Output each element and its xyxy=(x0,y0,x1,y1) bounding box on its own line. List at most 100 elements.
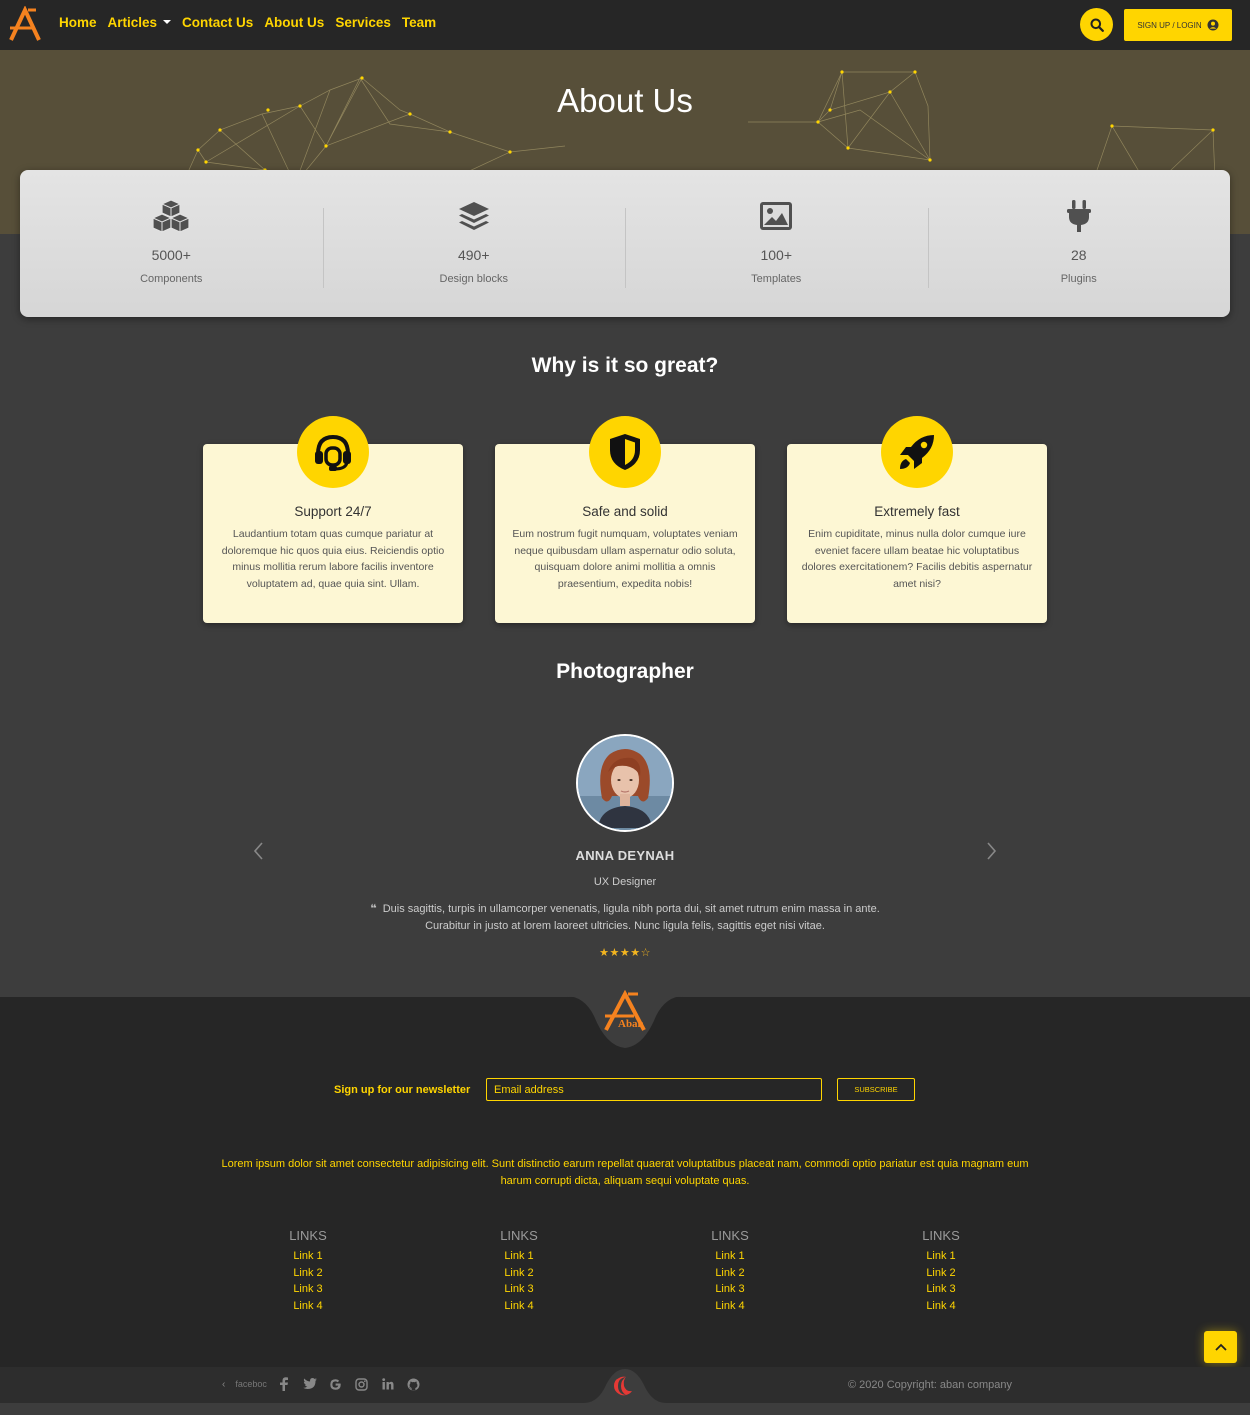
stat-value: 5000+ xyxy=(151,247,191,263)
link-column-title: LINKS xyxy=(289,1228,327,1243)
person-role: UX Designer xyxy=(593,876,657,888)
star-empty-icon: ☆ xyxy=(640,947,651,959)
footer-link[interactable]: Link 3 xyxy=(268,1281,348,1298)
quote-text: Duis sagittis, turpis in ullamcorper ven… xyxy=(382,903,880,932)
social-links: ‹ faceboc xyxy=(222,1376,427,1392)
footer-link[interactable]: Link 1 xyxy=(268,1248,348,1265)
feature-card-text: Eum nostrum fugit numquam, voluptates ve… xyxy=(512,528,738,590)
login-button-label: SIGN UP / LOGIN xyxy=(1137,20,1202,30)
stat-components: 5000+ Components xyxy=(20,170,323,317)
cubes-icon xyxy=(151,198,191,234)
star-filled-icon: ★ xyxy=(630,947,641,959)
bottom-strip xyxy=(0,1403,1250,1415)
nav-services[interactable]: Services xyxy=(335,15,391,30)
link-column-title: LINKS xyxy=(500,1228,538,1243)
footer-link[interactable]: Link 1 xyxy=(690,1248,770,1265)
footer-link[interactable]: Link 2 xyxy=(690,1265,770,1282)
navbar: Home Articles Contact Us About Us Servic… xyxy=(0,0,1250,50)
nav-links: Home Articles Contact Us About Us Servic… xyxy=(59,0,436,44)
feature-card-title: Extremely fast xyxy=(874,504,960,519)
stat-label: Components xyxy=(140,273,203,285)
layers-icon xyxy=(454,198,494,234)
testimonial-quote: ❝ Duis sagittis, turpis in ullamcorper ve… xyxy=(365,901,885,934)
feature-card-text: Enim cupiditate, minus nulla dolor cumqu… xyxy=(801,528,1033,590)
stat-value: 490+ xyxy=(457,247,490,263)
footer-logo-icon[interactable]: Aban xyxy=(600,990,650,1034)
caret-down-icon xyxy=(163,20,172,24)
footer-link[interactable]: Link 2 xyxy=(479,1265,559,1282)
testimonial-section-title: Photographer xyxy=(556,660,694,683)
footer-link[interactable]: Link 3 xyxy=(479,1281,559,1298)
footer-link[interactable]: Link 1 xyxy=(901,1248,981,1265)
search-icon xyxy=(1090,18,1104,32)
nav-about[interactable]: About Us xyxy=(264,15,324,30)
linkedin-icon[interactable] xyxy=(375,1376,401,1392)
footer-link[interactable]: Link 4 xyxy=(268,1298,348,1315)
avatar xyxy=(576,734,674,832)
feature-card-support: Support 24/7 Laudantium totam quas cumqu… xyxy=(203,416,463,623)
link-column-4: LINKS Link 1 Link 2 Link 3 Link 4 xyxy=(901,1228,981,1314)
nav-articles[interactable]: Articles xyxy=(108,15,172,30)
star-filled-icon: ★ xyxy=(619,947,631,959)
chevron-up-icon xyxy=(1214,1343,1227,1351)
star-filled-icon: ★ xyxy=(609,947,620,959)
footer-link[interactable]: Link 2 xyxy=(901,1265,981,1282)
email-input[interactable] xyxy=(486,1078,822,1101)
feature-card-title: Safe and solid xyxy=(582,504,668,519)
star-rating: ★★★★☆ xyxy=(0,946,1250,959)
feature-card-safe: Safe and solid Eum nostrum fugit numquam… xyxy=(495,416,755,623)
footer-link[interactable]: Link 4 xyxy=(479,1298,559,1315)
star-filled-icon: ★ xyxy=(599,947,610,959)
nav-contact[interactable]: Contact Us xyxy=(182,15,253,30)
nav-articles-label: Articles xyxy=(107,14,158,30)
footer-link[interactable]: Link 1 xyxy=(479,1248,559,1265)
quote-icon: ❝ xyxy=(370,903,377,915)
copyright-text: © 2020 Copyright: aban company xyxy=(848,1379,1013,1391)
subscribe-button[interactable]: SUBSCRIBE xyxy=(837,1078,915,1101)
headset-icon xyxy=(297,416,369,488)
google-icon[interactable] xyxy=(323,1376,349,1392)
stat-templates: 100+ Templates xyxy=(625,170,928,317)
link-column-3: LINKS Link 1 Link 2 Link 3 Link 4 xyxy=(690,1228,770,1314)
link-column-2: LINKS Link 1 Link 2 Link 3 Link 4 xyxy=(479,1228,559,1314)
nav-home[interactable]: Home xyxy=(59,15,97,30)
moon-icon[interactable] xyxy=(612,1375,636,1397)
stat-label: Design blocks xyxy=(439,273,508,285)
feature-card-title: Support 24/7 xyxy=(294,504,372,519)
footer-link[interactable]: Link 4 xyxy=(901,1298,981,1315)
link-column-1: LINKS Link 1 Link 2 Link 3 Link 4 xyxy=(268,1228,348,1314)
logo-icon[interactable] xyxy=(8,6,42,42)
stat-label: Templates xyxy=(751,273,802,285)
instagram-icon[interactable] xyxy=(349,1376,375,1392)
plug-icon xyxy=(1059,198,1099,234)
scroll-top-button[interactable] xyxy=(1204,1331,1237,1363)
footer-link[interactable]: Link 3 xyxy=(690,1281,770,1298)
chevron-left-icon[interactable]: ‹ xyxy=(222,1379,225,1390)
footer-link[interactable]: Link 4 xyxy=(690,1298,770,1315)
stat-value: 28 xyxy=(1070,247,1087,263)
shield-icon xyxy=(589,416,661,488)
newsletter-label: Sign up for our newsletter xyxy=(334,1084,471,1096)
user-circle-icon xyxy=(1207,19,1219,31)
footer-link[interactable]: Link 2 xyxy=(268,1265,348,1282)
feature-card-text: Laudantium totam quas cumque pariatur at… xyxy=(221,528,445,590)
footer-text: Lorem ipsum dolor sit amet consectetur a… xyxy=(221,1158,1029,1187)
nav-team[interactable]: Team xyxy=(402,15,436,30)
link-column-title: LINKS xyxy=(922,1228,960,1243)
search-button[interactable] xyxy=(1080,8,1113,41)
stat-plugins: 28 Plugins xyxy=(927,170,1231,317)
stats-card: 5000+ Components 490+ Design blocks 100+… xyxy=(20,170,1230,317)
feature-card-fast: Extremely fast Enim cupiditate, minus nu… xyxy=(787,416,1047,623)
page-title: About Us xyxy=(557,82,693,119)
twitter-icon[interactable] xyxy=(297,1376,323,1392)
footer-logo-text: Aban xyxy=(618,1018,644,1030)
stat-design-blocks: 490+ Design blocks xyxy=(322,170,626,317)
github-icon[interactable] xyxy=(401,1376,427,1392)
facebook-icon[interactable] xyxy=(271,1376,297,1392)
login-button[interactable]: SIGN UP / LOGIN xyxy=(1124,9,1232,41)
person-name: ANNA DEYNAH xyxy=(575,848,675,863)
image-icon xyxy=(756,198,796,234)
footer-link[interactable]: Link 3 xyxy=(901,1281,981,1298)
features-title: Why is it so great? xyxy=(531,354,719,377)
social-label: faceboc xyxy=(235,1379,267,1389)
